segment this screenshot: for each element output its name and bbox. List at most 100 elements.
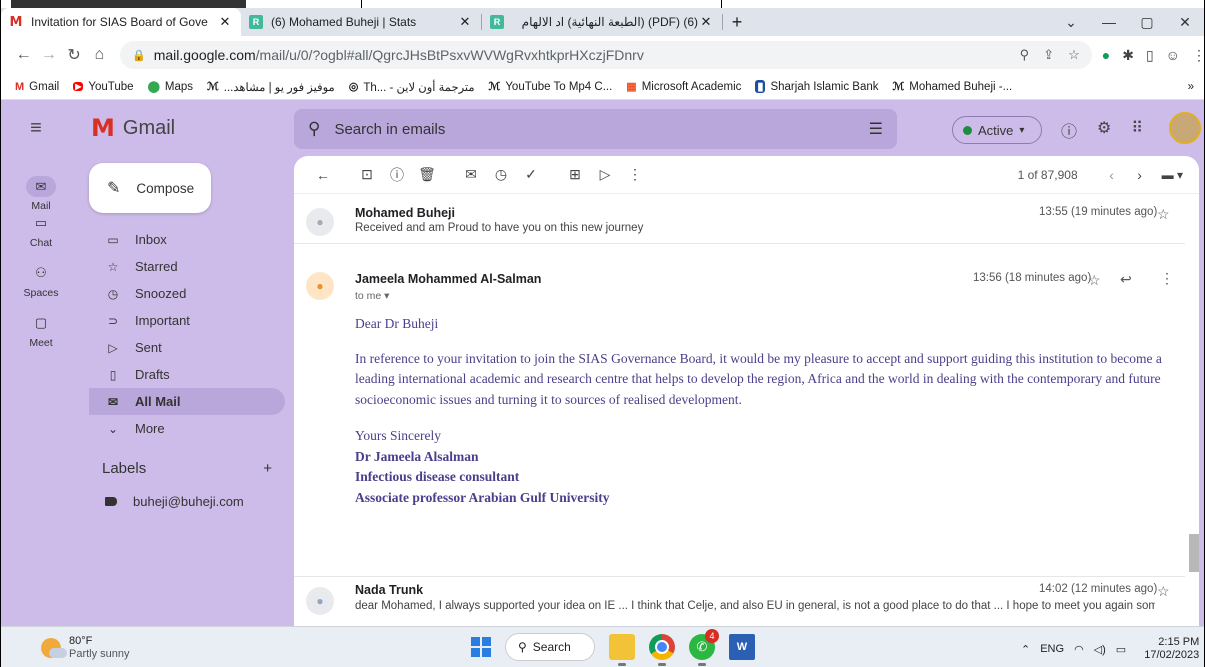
bookmark-yt-mp4[interactable]: ℳ YouTube To Mp4 C... xyxy=(489,80,613,94)
tab-search-icon[interactable]: ⌄ xyxy=(1052,14,1090,31)
avatar[interactable] xyxy=(1169,112,1201,144)
search-input[interactable]: Search in emails xyxy=(334,121,445,138)
bookmark-movies[interactable]: ℳ موفيز فور يو | مشاهد... xyxy=(207,80,335,94)
share-icon[interactable]: ⇪ xyxy=(1043,47,1054,63)
nav-sent[interactable]: ▷ Sent xyxy=(89,334,285,361)
apps-grid-icon[interactable]: ⠿ xyxy=(1131,118,1143,142)
rail-meet[interactable]: ▢ Meet xyxy=(1,312,81,368)
gmail-logo[interactable]: M Gmail xyxy=(91,114,281,142)
background-thumbnail xyxy=(11,0,246,8)
reply-icon[interactable]: ↩ xyxy=(1120,271,1132,288)
nav-important[interactable]: ⊃ Important xyxy=(89,307,285,334)
extension-icon[interactable]: ● xyxy=(1102,47,1110,64)
message-collapsed[interactable]: ● Mohamed Buheji Received and am Proud t… xyxy=(294,196,1185,244)
more-options-icon[interactable]: ⋮ xyxy=(1160,270,1174,287)
archive-icon[interactable]: ⊡ xyxy=(352,166,382,183)
rail-chat[interactable]: ▭ Chat xyxy=(1,212,81,262)
sidepanel-icon[interactable]: ▯ xyxy=(1146,47,1154,64)
help-icon[interactable]: ⓘ xyxy=(1061,118,1077,142)
search-bar[interactable]: ⚲ Search in emails ☰ xyxy=(294,109,897,149)
star-icon[interactable]: ☆ xyxy=(1157,206,1170,223)
microsoft-icon: ▦ xyxy=(626,81,637,93)
taskbar-search[interactable]: ⚲ Search xyxy=(505,633,595,661)
input-tools-icon[interactable]: ▬ ▾ xyxy=(1162,168,1183,182)
close-tab-icon[interactable]: ✕ xyxy=(698,14,714,30)
close-tab-icon[interactable]: ✕ xyxy=(457,14,473,30)
tab-researchgate-pdf[interactable]: R (6) (PDF) (الطبعة النهائية) اد الالهام… xyxy=(482,8,722,36)
mark-unread-icon[interactable]: ✉ xyxy=(456,166,486,183)
forward-button[interactable]: → xyxy=(36,46,61,64)
file-explorer-icon[interactable] xyxy=(609,634,635,666)
lock-icon[interactable]: 🔒 xyxy=(132,49,146,62)
report-spam-icon[interactable]: ⓘ xyxy=(382,165,412,185)
weather-widget[interactable]: 80°F Partly sunny xyxy=(41,635,130,661)
close-tab-icon[interactable]: ✕ xyxy=(217,14,233,30)
chevron-up-icon[interactable]: ⌃ xyxy=(1021,643,1030,656)
star-icon[interactable]: ☆ xyxy=(1088,272,1101,289)
search-options-icon[interactable]: ☰ xyxy=(869,119,883,139)
star-icon[interactable]: ☆ xyxy=(1157,583,1170,600)
maximize-button[interactable]: ▢ xyxy=(1128,14,1166,31)
nav-more[interactable]: ⌄ More xyxy=(89,415,285,442)
move-to-icon[interactable]: ⊞ xyxy=(560,166,590,183)
new-tab-button[interactable]: + xyxy=(723,12,751,33)
zoom-icon[interactable]: ⚲ xyxy=(1020,47,1030,63)
label-icon[interactable]: ▷ xyxy=(590,166,620,183)
close-window-button[interactable]: ✕ xyxy=(1166,14,1204,31)
home-button[interactable]: ⌂ xyxy=(87,46,112,64)
reload-button[interactable]: ↻ xyxy=(62,45,87,65)
tab-gmail[interactable]: M Invitation for SIAS Board of Gove ✕ xyxy=(1,8,241,36)
bookmark-gmail[interactable]: M Gmail xyxy=(15,81,59,93)
bookmark-maps[interactable]: ⬤ Maps xyxy=(148,80,193,94)
nav-snoozed[interactable]: ◷ Snoozed xyxy=(89,280,285,307)
more-options-icon[interactable]: ⋮ xyxy=(620,166,650,183)
minimize-button[interactable]: — xyxy=(1090,14,1128,30)
bookmark-sharjah-bank[interactable]: ▮ Sharjah Islamic Bank xyxy=(755,80,879,93)
rail-spaces[interactable]: ⚇ Spaces xyxy=(1,262,81,312)
delete-icon[interactable]: 🗑 xyxy=(412,166,442,183)
whatsapp-icon[interactable]: ✆ 4 xyxy=(689,629,719,666)
scrollbar-thumb[interactable] xyxy=(1189,534,1199,572)
settings-gear-icon[interactable]: ⚙ xyxy=(1097,118,1111,142)
bookmark-translated[interactable]: ◎ Th... - مترجمة أون لاين xyxy=(349,80,475,94)
message-body: Dear Dr Buheji In reference to your invi… xyxy=(355,314,1175,508)
nav-starred[interactable]: ☆ Starred xyxy=(89,253,285,280)
chrome-menu-icon[interactable]: ⋮ xyxy=(1192,47,1204,64)
main-menu-icon[interactable]: ≡ xyxy=(11,117,61,140)
clock[interactable]: 2:15 PM 17/02/2023 xyxy=(1144,636,1199,662)
newer-button[interactable]: ‹ xyxy=(1098,167,1126,183)
status-dropdown[interactable]: Active ▾ xyxy=(952,116,1042,144)
nav-drafts[interactable]: ▯ Drafts xyxy=(89,361,285,388)
add-label-button[interactable]: + xyxy=(263,460,272,477)
chrome-icon[interactable] xyxy=(649,634,675,666)
label-item[interactable]: buheji@buheji.com xyxy=(105,494,244,509)
compose-button[interactable]: ✎ Compose xyxy=(89,163,211,213)
bookmark-ms-academic[interactable]: ▦ Microsoft Academic xyxy=(626,80,741,94)
recipient-dropdown[interactable]: to me ▾ xyxy=(355,290,389,302)
volume-icon[interactable]: ◁) xyxy=(1094,643,1106,656)
puzzle-icon[interactable]: ✱ xyxy=(1122,47,1134,64)
message-collapsed[interactable]: ● Nada Trunk dear Mohamed, I always supp… xyxy=(294,576,1185,626)
recipient-label: to me xyxy=(355,290,382,302)
bookmark-youtube[interactable]: ▶ YouTube xyxy=(73,81,134,93)
bookmark-buheji[interactable]: ℳ Mohamed Buheji -... xyxy=(893,80,1013,94)
nav-all-mail[interactable]: ✉ All Mail xyxy=(89,388,285,415)
tab-researchgate-stats[interactable]: R (6) Mohamed Buheji | Stats ✕ xyxy=(241,8,481,36)
start-button[interactable] xyxy=(471,637,491,657)
battery-icon[interactable]: ▭ xyxy=(1116,643,1126,656)
search-icon[interactable]: ⚲ xyxy=(308,119,320,139)
older-button[interactable]: › xyxy=(1126,167,1154,183)
add-task-icon[interactable]: ✓ xyxy=(516,166,546,183)
profile-icon[interactable]: ☺ xyxy=(1166,47,1180,64)
back-arrow-icon[interactable]: ← xyxy=(308,167,338,183)
back-button[interactable]: ← xyxy=(11,46,36,64)
bookmarks-overflow-button[interactable]: » xyxy=(1188,81,1194,93)
snooze-icon[interactable]: ◷ xyxy=(486,166,516,183)
rail-mail[interactable]: ✉ Mail xyxy=(1,156,81,212)
url-field[interactable]: 🔒 mail.google.com/mail/u/0/?ogbl#all/Qgr… xyxy=(120,41,1092,69)
nav-inbox[interactable]: ▭ Inbox xyxy=(89,226,285,253)
language-indicator[interactable]: ENG xyxy=(1040,643,1064,655)
wifi-icon[interactable]: ◠ xyxy=(1074,643,1084,656)
word-icon[interactable]: W xyxy=(729,634,755,660)
bookmark-star-icon[interactable]: ☆ xyxy=(1068,47,1080,63)
